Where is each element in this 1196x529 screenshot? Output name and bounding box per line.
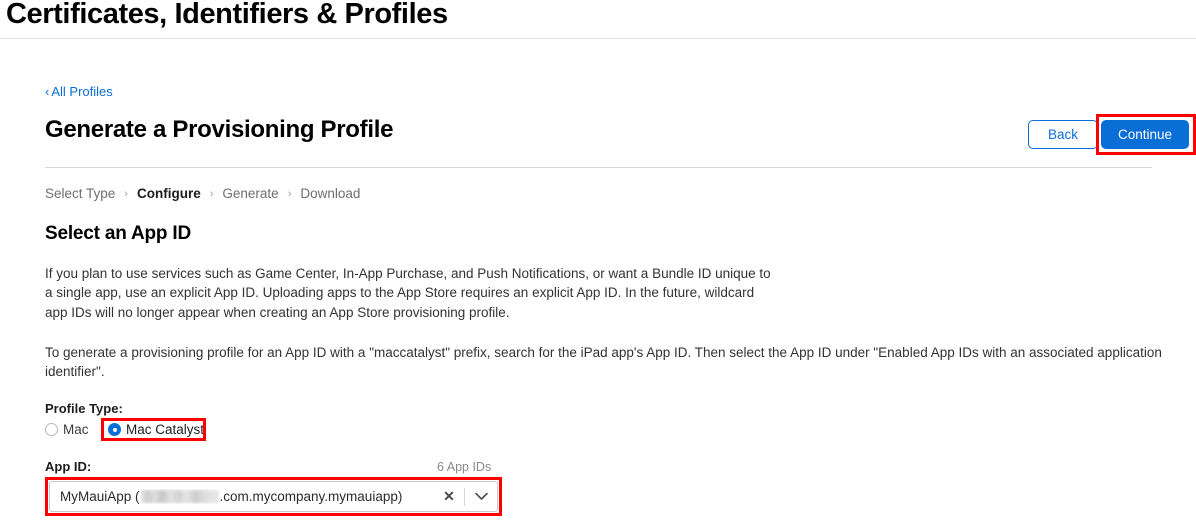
profile-type-label: Profile Type:	[45, 401, 123, 416]
radio-option-mac[interactable]: Mac	[45, 422, 89, 437]
app-id-selected-value: MyMauiApp ( .com.mycompany.mymauiapp)	[50, 489, 434, 504]
section-title: Generate a Provisioning Profile	[45, 116, 394, 143]
app-id-count: 6 App IDs	[437, 460, 492, 474]
radio-unselected-icon[interactable]	[45, 423, 58, 436]
app-id-label: App ID:	[45, 459, 92, 474]
page-title: Certificates, Identifiers & Profiles	[6, 0, 448, 30]
app-id-select[interactable]: MyMauiApp ( .com.mycompany.mymauiapp) ✕	[49, 481, 498, 512]
step-download[interactable]: Download	[300, 186, 360, 201]
chevron-right-icon: ›	[287, 187, 292, 200]
chevron-right-icon: ›	[209, 187, 214, 200]
radio-label-mac-catalyst: Mac Catalyst	[126, 422, 205, 437]
app-id-value-suffix: .com.mycompany.mymauiapp)	[219, 489, 403, 504]
step-configure[interactable]: Configure	[137, 186, 201, 201]
header-divider	[45, 167, 1152, 168]
step-breadcrumb: Select Type › Configure › Generate › Dow…	[45, 186, 360, 201]
chevron-left-icon: ‹	[45, 84, 50, 99]
chevron-down-icon[interactable]	[465, 492, 497, 501]
continue-button[interactable]: Continue	[1101, 120, 1189, 149]
select-app-id-heading: Select an App ID	[45, 223, 192, 244]
step-select-type[interactable]: Select Type	[45, 186, 115, 201]
chevron-right-icon: ›	[124, 187, 128, 200]
app-id-value-prefix: MyMauiApp (	[60, 489, 140, 504]
step-generate[interactable]: Generate	[222, 186, 278, 201]
title-divider	[0, 38, 1196, 39]
radio-option-mac-catalyst[interactable]: Mac Catalyst	[108, 422, 204, 437]
all-profiles-label: All Profiles	[51, 84, 113, 99]
description-paragraph-1: If you plan to use services such as Game…	[45, 266, 771, 320]
redacted-team-id	[140, 490, 219, 503]
description-paragraph-2: To generate a provisioning profile for a…	[45, 345, 1162, 380]
clear-icon[interactable]: ✕	[434, 488, 464, 505]
all-profiles-back-link[interactable]: ‹ All Profiles	[45, 84, 113, 99]
radio-selected-icon[interactable]	[108, 423, 121, 436]
back-button[interactable]: Back	[1028, 120, 1098, 149]
radio-label-mac: Mac	[63, 422, 89, 437]
